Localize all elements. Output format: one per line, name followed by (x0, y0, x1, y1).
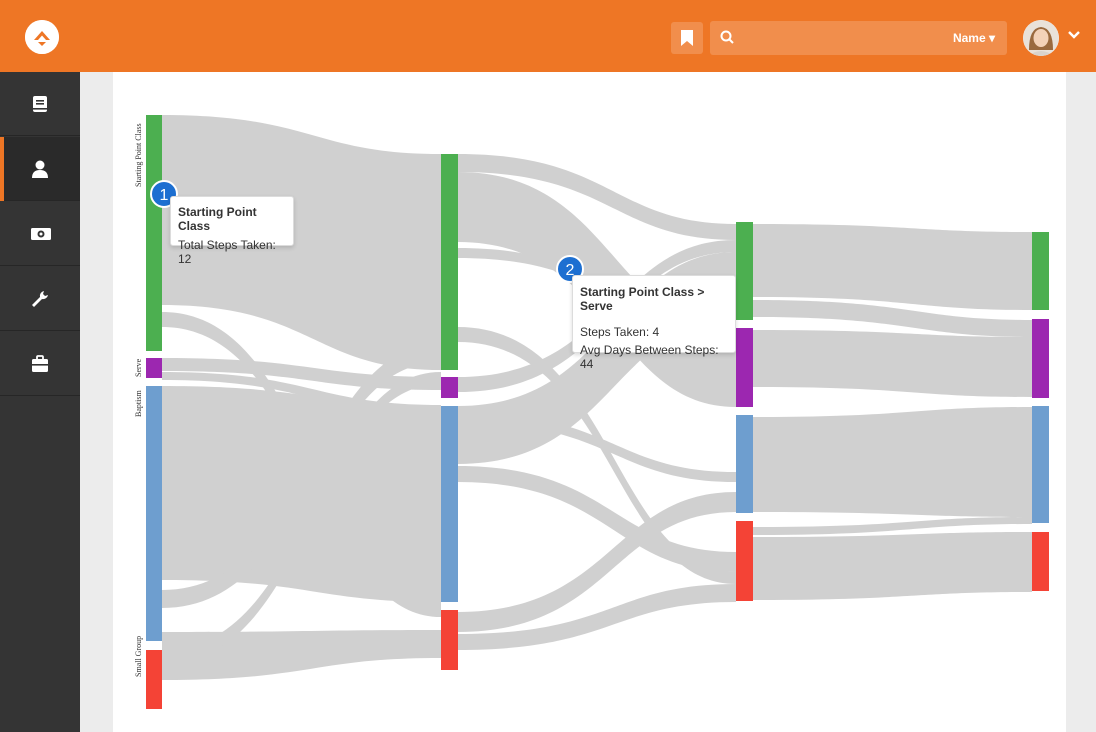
bookmark-button[interactable] (671, 22, 703, 54)
node-serve-c1[interactable] (146, 358, 162, 378)
link-c3-spc-spc[interactable] (753, 224, 1032, 310)
search-icon (720, 30, 734, 44)
money-icon (31, 228, 51, 240)
user-icon (32, 160, 48, 178)
search-scope-dropdown[interactable]: Name ▾ (953, 31, 995, 45)
node-small-group-c3[interactable] (736, 521, 753, 601)
node-label-serve: Serve (134, 358, 143, 377)
search-input[interactable] (744, 27, 924, 49)
sankey-chart: Starting Point Class Serve Baptism Small… (134, 115, 1049, 709)
tooltip-line: Steps Taken: 4 (580, 325, 660, 339)
node-label-small-group: Small Group (134, 636, 143, 677)
tooltip-title: Starting Point Class > Serve (580, 285, 705, 313)
rock-logo-icon[interactable] (25, 20, 59, 54)
search-box: Name ▾ (710, 21, 1007, 55)
node-baptism-c3[interactable] (736, 415, 753, 513)
node-baptism-c2[interactable] (441, 406, 458, 602)
sidebar (0, 72, 80, 732)
node-serve-c3[interactable] (736, 328, 753, 407)
avatar[interactable] (1023, 20, 1059, 56)
node-small-group-c2[interactable] (441, 610, 458, 670)
chart-panel: Starting Point Class Serve Baptism Small… (113, 72, 1066, 732)
node-starting-point-class-c1[interactable] (146, 115, 162, 351)
sidebar-item-tools[interactable] (0, 267, 80, 331)
node-serve-c4[interactable] (1032, 319, 1049, 398)
top-bar: Name ▾ (0, 0, 1096, 72)
tooltip-line: Total Steps Taken: 12 (178, 238, 276, 266)
tooltip-starting-point-class-serve: Starting Point Class > Serve Steps Taken… (572, 275, 736, 371)
wrench-icon (32, 291, 48, 307)
book-icon (33, 96, 47, 112)
link-c3-serve-serve[interactable] (753, 330, 1032, 397)
node-baptism-c1[interactable] (146, 386, 162, 641)
chevron-down-icon[interactable] (1068, 31, 1080, 40)
tooltip-title: Starting Point Class (178, 205, 257, 233)
node-baptism-c4[interactable] (1032, 406, 1049, 523)
node-starting-point-class-c2[interactable] (441, 154, 458, 370)
node-labels: Starting Point Class Serve Baptism Small… (134, 123, 143, 677)
tooltip-line: Avg Days Between Steps: 44 (580, 343, 719, 371)
node-label-starting-point-class: Starting Point Class (134, 123, 143, 187)
sidebar-item-finance[interactable] (0, 202, 80, 266)
node-label-baptism: Baptism (134, 390, 143, 417)
node-small-group-c1[interactable] (146, 650, 162, 709)
bookmark-icon (681, 30, 693, 46)
link-c3-sg-sg[interactable] (753, 532, 1032, 600)
sidebar-item-people[interactable] (0, 137, 80, 201)
briefcase-icon (32, 355, 48, 372)
node-small-group-c4[interactable] (1032, 532, 1049, 591)
node-starting-point-class-c4[interactable] (1032, 232, 1049, 310)
sidebar-item-admin[interactable] (0, 332, 80, 396)
sidebar-item-book[interactable] (0, 72, 80, 136)
node-serve-c2[interactable] (441, 377, 458, 398)
link-c3-bap-bap[interactable] (753, 407, 1032, 517)
node-starting-point-class-c3[interactable] (736, 222, 753, 320)
link-c2-bap-sg[interactable] (458, 466, 736, 572)
tooltip-starting-point-class: Starting Point Class Total Steps Taken: … (170, 196, 294, 266)
